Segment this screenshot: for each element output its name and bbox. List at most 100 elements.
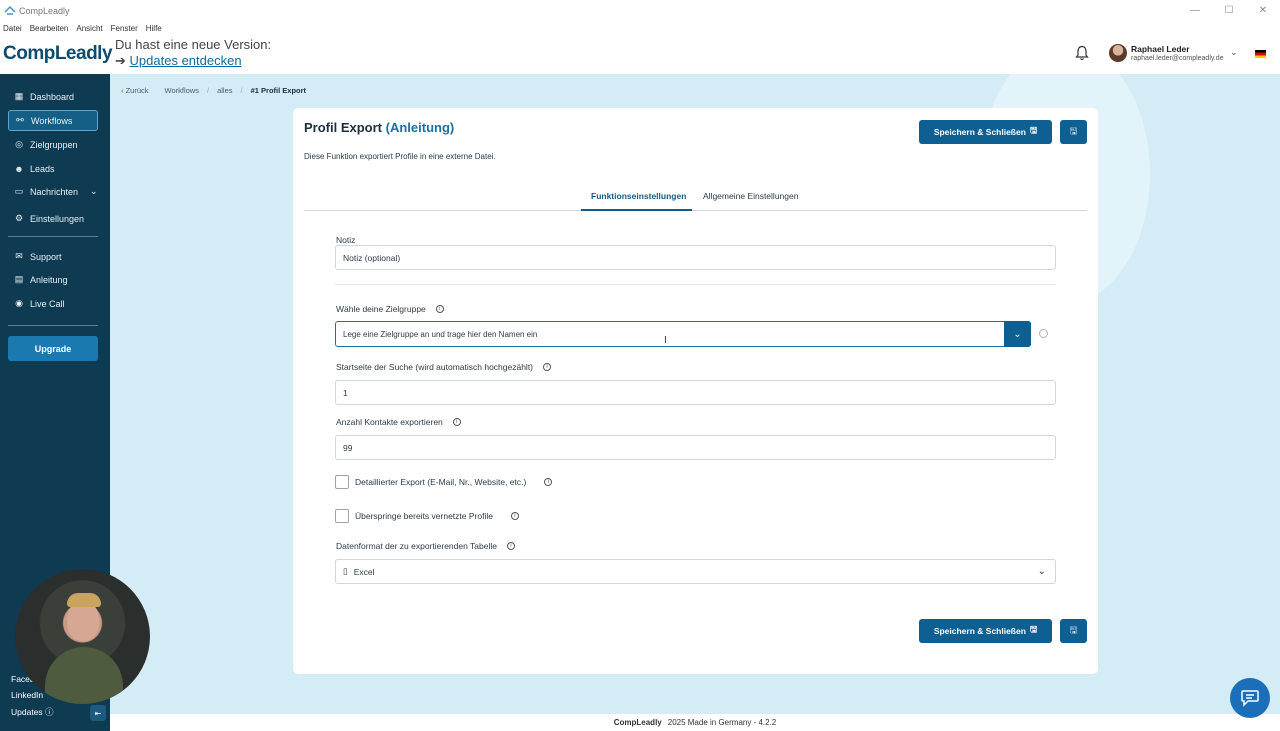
sidebar-item-dashboard[interactable]: ▦ Dashboard <box>8 86 98 107</box>
profile-export-card: Profil Export (Anleitung) Diese Funktion… <box>293 108 1098 674</box>
book-icon: ▤ <box>14 274 24 284</box>
user-email: raphael.leder@compleadly.de <box>1131 55 1224 62</box>
format-select[interactable]: ▯ Excel ⌄ <box>335 559 1056 584</box>
dashboard-icon: ▦ <box>14 91 24 101</box>
breadcrumb-alles[interactable]: alles <box>217 86 232 95</box>
detailed-export-checkbox[interactable] <box>335 475 349 489</box>
skip-connected-option[interactable]: Überspringe bereits vernetzte Profile i <box>335 509 519 523</box>
skip-connected-checkbox[interactable] <box>335 509 349 523</box>
sidebar-item-leads[interactable]: ☻ Leads <box>8 158 98 179</box>
save-close-button-bottom[interactable]: Speichern & Schließen 🖫 <box>919 619 1052 643</box>
sidebar-item-zielgruppen[interactable]: ◎ Zielgruppen <box>8 134 98 155</box>
menu-ansicht[interactable]: Ansicht <box>76 24 102 33</box>
target-icon: ◎ <box>15 139 23 149</box>
save-icon-button-bottom[interactable]: 🖫 <box>1060 619 1087 643</box>
page-title: Profil Export (Anleitung) <box>304 120 455 135</box>
audience-select[interactable]: Lege eine Zielgruppe an und trage hier d… <box>335 321 1031 347</box>
bell-icon[interactable] <box>1075 45 1089 61</box>
brand-logo[interactable]: CompLeadly <box>3 43 113 65</box>
contact-count-label: Anzahl Kontakte exportieren i <box>336 417 461 427</box>
active-tab-indicator <box>581 209 692 211</box>
save-icon: 🖫 <box>1069 126 1078 136</box>
breadcrumb-current: #1 Profil Export <box>250 86 307 95</box>
globe-icon[interactable] <box>1039 329 1048 338</box>
chat-icon: ▭ <box>14 186 24 196</box>
contact-count-field[interactable]: 99 <box>335 435 1056 460</box>
info-icon[interactable]: i <box>543 363 552 371</box>
update-text: Du hast eine neue Version: <box>115 37 272 52</box>
menu-hilfe[interactable]: Hilfe <box>146 24 162 33</box>
avatar[interactable] <box>1109 44 1127 62</box>
webcam-video <box>15 569 150 704</box>
tab-allgemeine-einstellungen[interactable]: Allgemeine Einstellungen <box>703 191 798 201</box>
app-header: CompLeadly Du hast eine neue Version: ➔ … <box>0 35 1280 74</box>
info-icon[interactable]: i <box>510 512 519 520</box>
app-logo-icon <box>4 5 16 15</box>
menu-fenster[interactable]: Fenster <box>111 24 138 33</box>
chevron-down-icon: ⌄ <box>90 186 98 196</box>
sidebar-divider <box>8 236 98 237</box>
start-page-label: Startseite der Suche (wird automatisch h… <box>336 362 552 372</box>
note-field[interactable]: Notiz (optional) <box>335 245 1056 270</box>
window-title: CompLeadly <box>19 5 70 16</box>
chevron-down-icon[interactable]: ⌄ <box>1004 321 1031 347</box>
format-label: Datenformat der zu exportierenden Tabell… <box>336 541 515 551</box>
info-icon[interactable]: i <box>452 418 461 426</box>
sidebar-item-support[interactable]: ✉ Support <box>8 246 98 267</box>
chat-support-button[interactable] <box>1230 678 1270 718</box>
save-close-button[interactable]: Speichern & Schließen 🖫 <box>919 120 1052 144</box>
users-icon: ☻ <box>14 163 24 174</box>
breadcrumb-separator: / <box>206 86 210 95</box>
gear-icon: ⚙ <box>14 213 24 223</box>
german-flag-icon[interactable] <box>1255 50 1266 58</box>
info-icon: ⓘ <box>45 707 54 717</box>
section-divider <box>335 284 1056 285</box>
maximize-icon[interactable]: ☐ <box>1212 0 1246 21</box>
collapse-sidebar-icon[interactable]: ⇤ <box>90 705 106 721</box>
footer-text: 2025 Made in Germany - 4.2.2 <box>667 718 777 727</box>
arrow-icon: ➔ <box>115 53 126 68</box>
tab-funktionseinstellungen[interactable]: Funktionseinstellungen <box>591 191 686 201</box>
sidebar-divider <box>8 325 98 326</box>
updates-footer-link[interactable]: Updates ⓘ <box>11 706 54 718</box>
chevron-down-icon: ⌄ <box>1037 566 1046 577</box>
info-icon[interactable]: i <box>435 305 444 313</box>
main-content: ‹ Zurück Workflows / alles / #1 Profil E… <box>110 74 1280 714</box>
menubar: Datei Bearbeiten Ansicht Fenster Hilfe <box>0 21 162 35</box>
sidebar-item-anleitung[interactable]: ▤ Anleitung <box>8 269 98 290</box>
card-description: Diese Funktion exportiert Profile in ein… <box>304 152 496 161</box>
user-name[interactable]: Raphael Leder <box>1131 44 1190 54</box>
breadcrumb: ‹ Zurück Workflows / alles / #1 Profil E… <box>121 86 306 95</box>
sidebar-item-live-call[interactable]: ◉ Live Call <box>8 293 98 314</box>
update-notice: Du hast eine neue Version: ➔ Updates ent… <box>115 37 271 69</box>
upgrade-button[interactable]: Upgrade <box>8 336 98 361</box>
audience-label: Wähle deine Zielgruppe i <box>336 304 444 314</box>
note-label: Notiz <box>336 235 356 245</box>
save-icon: 🖫 <box>1069 625 1078 635</box>
support-icon: ✉ <box>15 251 23 261</box>
chevron-down-icon[interactable]: ⌄ <box>1230 47 1238 58</box>
app-footer: CompLeadly 2025 Made in Germany - 4.2.2 <box>110 714 1280 731</box>
close-icon[interactable]: ✕ <box>1246 0 1280 21</box>
file-icon: ▯ <box>343 566 348 576</box>
detailed-export-option[interactable]: Detaillierter Export (E-Mail, Nr., Websi… <box>335 475 553 489</box>
menu-bearbeiten[interactable]: Bearbeiten <box>30 24 69 33</box>
updates-link[interactable]: Updates entdecken <box>130 53 242 68</box>
info-icon[interactable]: i <box>506 542 515 550</box>
camera-icon: ◉ <box>15 298 23 308</box>
guide-link[interactable]: (Anleitung) <box>386 120 455 135</box>
sidebar-item-nachrichten[interactable]: ▭ Nachrichten ⌄ <box>8 181 98 202</box>
minimize-icon[interactable]: — <box>1178 0 1212 21</box>
menu-datei[interactable]: Datei <box>3 24 22 33</box>
back-link[interactable]: ‹ Zurück <box>121 86 149 95</box>
breadcrumb-workflows[interactable]: Workflows <box>165 86 199 95</box>
linkedin-link[interactable]: LinkedIn <box>11 690 43 700</box>
start-page-field[interactable]: 1 <box>335 380 1056 405</box>
save-icon: 🖫 <box>1029 125 1038 135</box>
text-cursor-icon: I <box>664 335 667 346</box>
sidebar-item-workflows[interactable]: ⚯ Workflows <box>8 110 98 131</box>
save-icon-button[interactable]: 🖫 <box>1060 120 1087 144</box>
settings-tabs: Funktionseinstellungen Allgemeine Einste… <box>304 184 1087 211</box>
info-icon[interactable]: i <box>544 478 553 486</box>
sidebar-item-einstellungen[interactable]: ⚙ Einstellungen <box>8 208 98 229</box>
